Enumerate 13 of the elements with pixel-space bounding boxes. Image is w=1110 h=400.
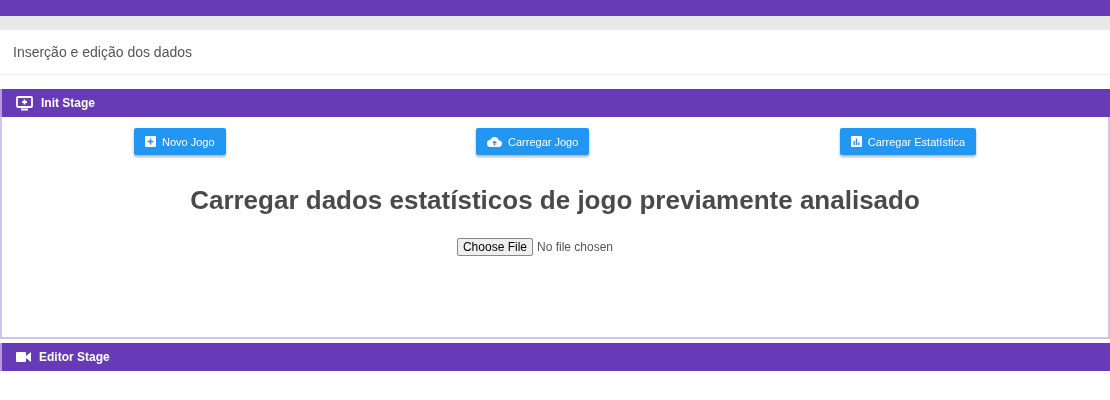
monitor-plus-icon (16, 95, 33, 111)
file-status: No file chosen (537, 240, 614, 254)
bar-chart-icon (850, 136, 862, 147)
stage-title: Editor Stage (39, 350, 110, 364)
video-camera-icon (16, 352, 31, 362)
stage-title: Init Stage (41, 96, 95, 110)
section-heading: Carregar dados estatísticos de jogo previamente analisado (190, 185, 920, 216)
choose-file-button[interactable]: Choose File (456, 238, 533, 256)
plus-box-icon (145, 136, 156, 147)
page-title: Inserção e edição dos dados (13, 44, 192, 60)
stage-header[interactable]: Init Stage (0, 89, 1110, 117)
stage-header[interactable]: Editor Stage (0, 343, 1110, 371)
cloud-upload-icon (487, 136, 503, 147)
